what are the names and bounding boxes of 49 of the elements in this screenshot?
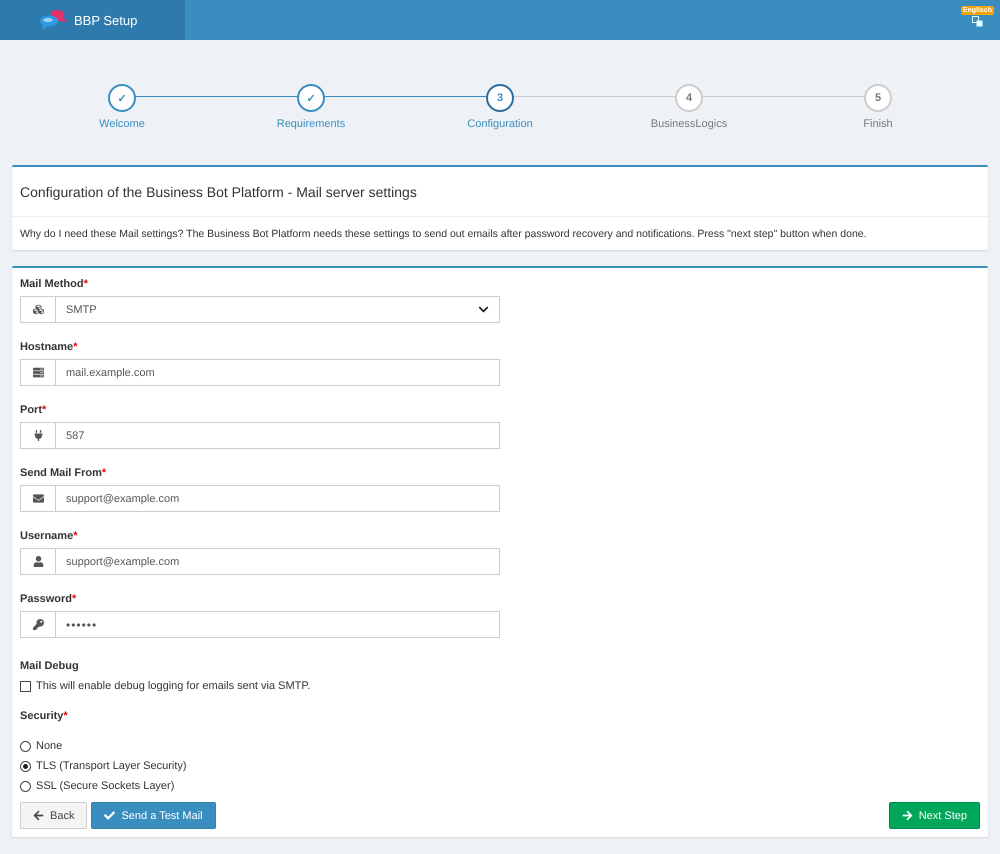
key-icon: [32, 619, 44, 630]
back-button[interactable]: Back: [20, 802, 88, 829]
radio-button[interactable]: [20, 760, 31, 772]
radio-label: TLS (Transport Layer Security): [36, 760, 187, 772]
cubes-icon: [32, 304, 44, 315]
panel-title: Configuration of the Business Bot Platform - Mail server settings: [12, 167, 988, 217]
step-label: Configuration: [467, 118, 533, 130]
step-circle: 4: [675, 84, 703, 112]
user-icon: [32, 556, 44, 567]
step-circle: 5: [864, 84, 892, 112]
field-label: Hostname*: [20, 341, 78, 353]
step-circle: 3: [486, 84, 514, 112]
step-label: BusinessLogics: [650, 118, 728, 130]
field-label: Port*: [20, 404, 48, 416]
plug-icon: [32, 430, 44, 441]
panel-description: Why do I need these Mail settings? The Business Bot Platform needs these settings to send out emails after password recovery and notifications. Press "next step" button when done.: [19, 227, 868, 242]
step-label: Finish: [863, 118, 893, 130]
envelope-icon: [32, 493, 44, 504]
password-field[interactable]: ••••••: [20, 611, 500, 638]
input-field[interactable]: 587: [20, 422, 500, 449]
radio-label: None: [36, 740, 62, 752]
checkbox-label: This will enable debug logging for emails sent via SMTP.: [36, 680, 310, 692]
server-icon: [32, 367, 44, 378]
input-field[interactable]: support@example.com: [20, 548, 500, 575]
step-label: Welcome: [99, 118, 145, 130]
field-label: Username*: [20, 530, 78, 542]
radio-button[interactable]: [20, 780, 31, 792]
chevron-down-icon: [478, 304, 489, 315]
arrow-left-icon: [33, 810, 44, 821]
step-label: Requirements: [276, 118, 346, 130]
radio-label: SSL (Secure Sockets Layer): [36, 780, 174, 792]
field-label: Mail Debug: [20, 660, 80, 672]
arrow-right-icon: [902, 810, 913, 821]
field-label: Send Mail From*: [20, 467, 108, 479]
chat-bubbles-logo: [40, 9, 68, 31]
input-field[interactable]: mail.example.com: [20, 359, 500, 386]
input-field[interactable]: support@example.com: [20, 485, 500, 512]
step-circle: ✓: [297, 84, 325, 112]
check-icon: [104, 810, 116, 821]
field-label: Security*: [20, 710, 69, 722]
step-circle: ✓: [108, 84, 136, 112]
radio-button[interactable]: [20, 740, 31, 752]
select-field[interactable]: SMTP: [20, 296, 500, 323]
field-label: Password*: [20, 593, 78, 605]
field-label: Mail Method*: [20, 278, 89, 290]
translate-icon[interactable]: [972, 16, 983, 27]
test-button[interactable]: Send a Test Mail: [91, 802, 216, 829]
app-title: BBP Setup: [74, 12, 138, 28]
checkbox[interactable]: [20, 680, 31, 692]
